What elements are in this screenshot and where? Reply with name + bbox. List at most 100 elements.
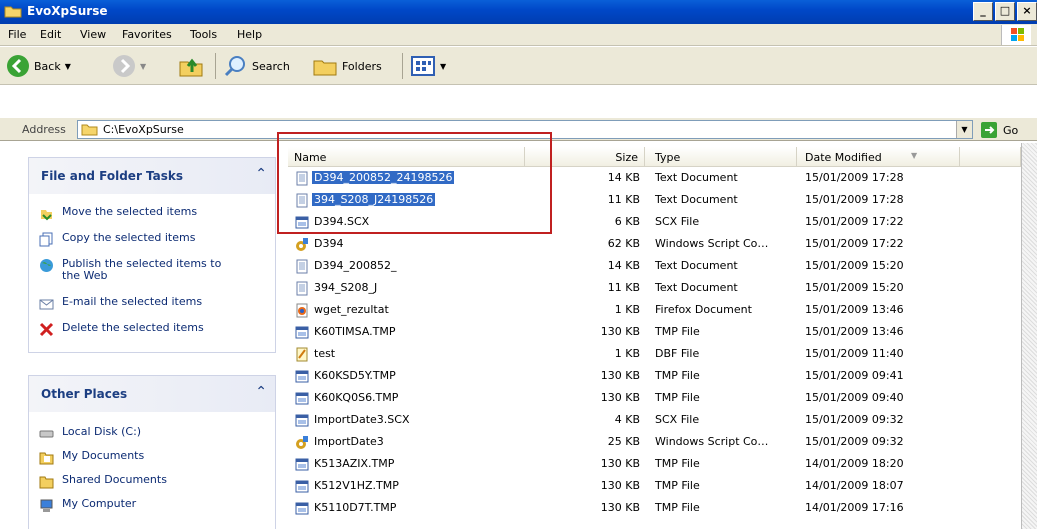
vertical-scrollbar[interactable] bbox=[1021, 143, 1037, 529]
back-button[interactable]: Back ▼ bbox=[6, 53, 71, 79]
file-type: Windows Script Co… bbox=[655, 237, 769, 250]
app-file-icon bbox=[295, 457, 309, 472]
task-move[interactable]: Move the selected items bbox=[39, 206, 197, 221]
back-arrow-icon bbox=[7, 55, 29, 77]
file-type: Text Document bbox=[655, 193, 738, 206]
toolbar: Back ▼ ▼ Search Folders ▼ bbox=[0, 47, 1037, 85]
file-size: 25 KB bbox=[607, 435, 640, 448]
file-type: Text Document bbox=[655, 281, 738, 294]
file-row[interactable]: ImportDate3.SCX 4 KB SCX File 15/01/2009 09… bbox=[288, 410, 988, 431]
file-size: 1 KB bbox=[614, 303, 640, 316]
menu-tools[interactable]: Tools bbox=[190, 28, 217, 41]
go-button[interactable]: Go bbox=[980, 121, 1018, 139]
menu-bar: File Edit View Favorites Tools Help bbox=[0, 24, 1037, 46]
panel-title: File and Folder Tasks bbox=[41, 169, 184, 183]
file-name: wget_rezultat bbox=[314, 303, 389, 316]
file-row[interactable]: K60KQ0S6.TMP 130 KB TMP File 15/01/2009 09:… bbox=[288, 388, 988, 409]
file-row[interactable]: D394 62 KB Windows Script Co… 15/01/2009 17… bbox=[288, 234, 988, 255]
file-size: 14 KB bbox=[607, 259, 640, 272]
place-shared-documents[interactable]: Shared Documents bbox=[39, 474, 167, 489]
collapse-icon[interactable]: ⌃ bbox=[255, 384, 267, 400]
file-date: 15/01/2009 17:28 bbox=[805, 193, 904, 206]
text-doc-icon bbox=[295, 193, 309, 208]
file-date: 14/01/2009 18:07 bbox=[805, 479, 904, 492]
menu-help[interactable]: Help bbox=[237, 28, 262, 41]
file-row[interactable]: K513AZIX.TMP 130 KB TMP File 14/01/2009 18:… bbox=[288, 454, 988, 475]
task-delete[interactable]: Delete the selected items bbox=[39, 322, 204, 337]
place-my-documents[interactable]: My Documents bbox=[39, 450, 144, 465]
folders-label: Folders bbox=[342, 59, 382, 73]
app-file-icon bbox=[295, 369, 309, 384]
forward-button[interactable]: ▼ bbox=[112, 53, 146, 79]
file-size: 1 KB bbox=[614, 347, 640, 360]
file-type: SCX File bbox=[655, 413, 700, 426]
sort-arrow-icon: ▼ bbox=[911, 151, 918, 160]
folder-icon bbox=[4, 6, 22, 18]
file-row[interactable]: 394_S208_J24198526 11 KB Text Document 15/0… bbox=[288, 190, 988, 211]
place-local-disk[interactable]: Local Disk (C:) bbox=[39, 426, 141, 441]
menu-favorites[interactable]: Favorites bbox=[122, 28, 172, 41]
address-dropdown-button[interactable]: ▼ bbox=[956, 121, 972, 138]
my-documents-icon bbox=[39, 452, 54, 465]
file-type: DBF File bbox=[655, 347, 700, 360]
file-name: D394_200852_24198526 bbox=[312, 171, 455, 184]
column-header-type[interactable]: Type bbox=[645, 147, 797, 167]
views-button[interactable]: ▼ bbox=[410, 53, 446, 79]
file-name: K512V1HZ.TMP bbox=[314, 479, 399, 492]
column-header-date-modified[interactable]: Date Modified ▼ bbox=[797, 147, 960, 167]
file-name: D394_200852_ bbox=[314, 259, 397, 272]
menu-file[interactable]: File bbox=[8, 28, 26, 41]
chevron-down-icon: ▼ bbox=[440, 61, 447, 71]
task-copy[interactable]: Copy the selected items bbox=[39, 232, 195, 247]
search-button[interactable]: Search bbox=[224, 53, 290, 79]
column-header-size[interactable]: Size bbox=[525, 147, 645, 167]
column-header-name[interactable]: Name bbox=[288, 147, 525, 167]
file-date: 15/01/2009 09:41 bbox=[805, 369, 904, 382]
windows-logo-icon bbox=[1001, 25, 1031, 45]
folders-icon bbox=[313, 60, 337, 76]
file-row[interactable]: ImportDate3 25 KB Windows Script Co… 15/01/… bbox=[288, 432, 988, 453]
address-value: C:\EvoXpSurse bbox=[103, 123, 184, 136]
address-input[interactable]: C:\EvoXpSurse ▼ bbox=[77, 120, 973, 139]
file-name: D394 bbox=[314, 237, 344, 250]
file-row[interactable]: D394_200852_24198526 14 KB Text Document 15… bbox=[288, 168, 988, 189]
maximize-button[interactable]: □ bbox=[995, 2, 1015, 21]
minimize-button[interactable]: _ bbox=[973, 2, 993, 21]
address-bar: Address C:\EvoXpSurse ▼ Go bbox=[0, 117, 1037, 141]
file-date: 15/01/2009 09:32 bbox=[805, 435, 904, 448]
app-file-icon bbox=[295, 501, 309, 516]
file-row[interactable]: test 1 KB DBF File 15/01/2009 11:40 bbox=[288, 344, 988, 365]
file-size: 4 KB bbox=[614, 413, 640, 426]
file-date: 15/01/2009 15:20 bbox=[805, 259, 904, 272]
copy-icon bbox=[39, 232, 53, 247]
file-row[interactable]: D394.SCX 6 KB SCX File 15/01/2009 17:22 bbox=[288, 212, 988, 233]
forward-arrow-icon bbox=[113, 55, 135, 77]
file-row[interactable]: K60KSD5Y.TMP 130 KB TMP File 15/01/2009 09:… bbox=[288, 366, 988, 387]
file-name: K60KQ0S6.TMP bbox=[314, 391, 399, 404]
file-name: test bbox=[314, 347, 336, 360]
file-size: 130 KB bbox=[600, 457, 640, 470]
file-date: 15/01/2009 11:40 bbox=[805, 347, 904, 360]
file-type: Text Document bbox=[655, 259, 738, 272]
file-row[interactable]: K60TIMSA.TMP 130 KB TMP File 15/01/2009 13:… bbox=[288, 322, 988, 343]
menu-edit[interactable]: Edit bbox=[40, 28, 61, 41]
folders-button[interactable]: Folders bbox=[312, 53, 382, 79]
file-folder-tasks-panel: File and Folder Tasks ⌃ Move the selecte… bbox=[28, 157, 276, 353]
up-folder-button[interactable] bbox=[178, 53, 204, 79]
file-row[interactable]: K512V1HZ.TMP 130 KB TMP File 14/01/2009 18:… bbox=[288, 476, 988, 497]
collapse-icon[interactable]: ⌃ bbox=[255, 166, 267, 182]
task-publish[interactable]: Publish the selected items to the Web bbox=[39, 258, 232, 282]
file-name: K5110D7T.TMP bbox=[314, 501, 397, 514]
place-my-computer[interactable]: My Computer bbox=[39, 498, 136, 513]
file-row[interactable]: wget_rezultat 1 KB Firefox Document 15/01/2… bbox=[288, 300, 988, 321]
menu-view[interactable]: View bbox=[80, 28, 106, 41]
file-row[interactable]: D394_200852_ 14 KB Text Document 15/01/2009… bbox=[288, 256, 988, 277]
close-button[interactable]: × bbox=[1017, 2, 1037, 21]
dbf-icon bbox=[295, 347, 309, 362]
file-row[interactable]: 394_S208_J 11 KB Text Document 15/01/2009 1… bbox=[288, 278, 988, 299]
file-row[interactable]: K5110D7T.TMP 130 KB TMP File 14/01/2009 17:… bbox=[288, 498, 988, 519]
file-name: D394.SCX bbox=[314, 215, 370, 228]
task-email[interactable]: E-mail the selected items bbox=[39, 296, 202, 311]
window-title: EvoXpSurse bbox=[27, 4, 108, 18]
text-doc-icon bbox=[295, 171, 309, 186]
